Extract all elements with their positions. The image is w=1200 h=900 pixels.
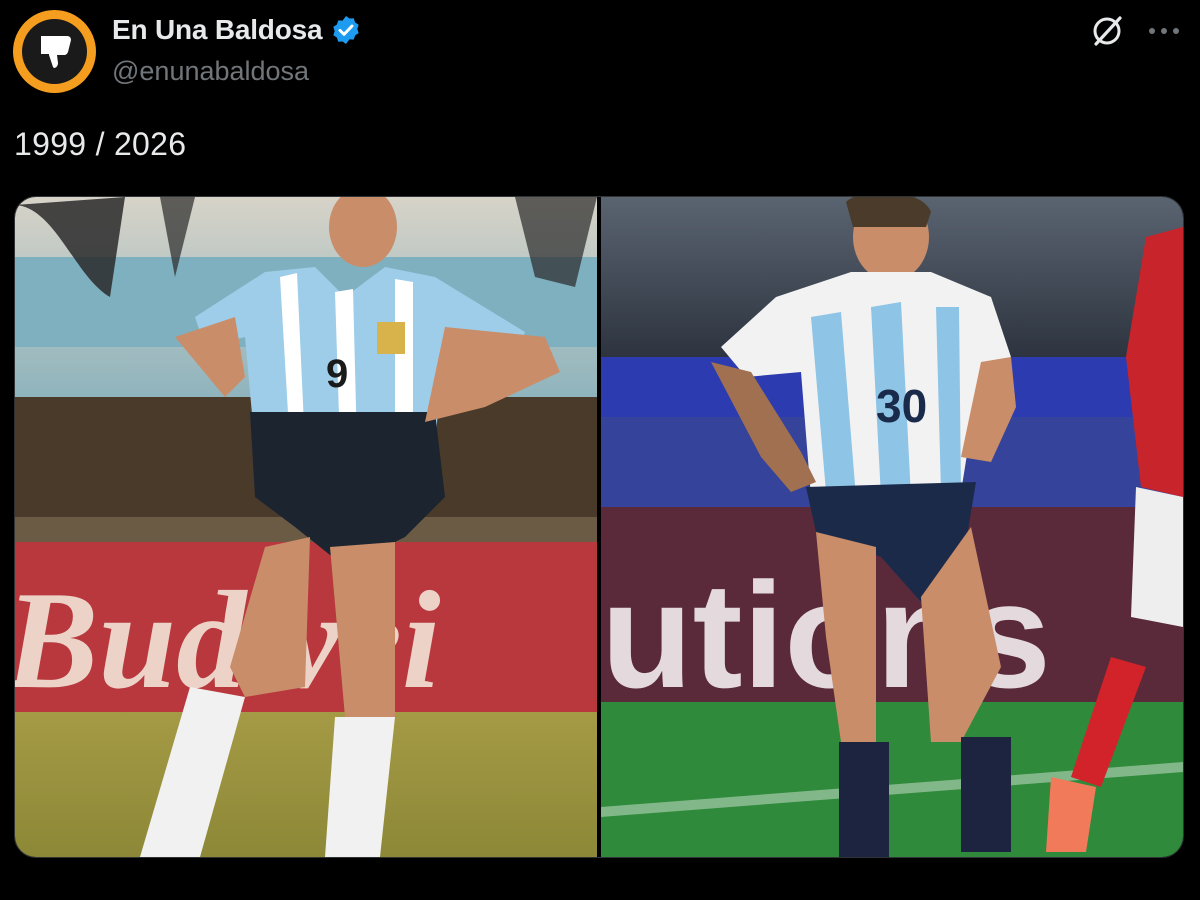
verified-badge-icon bbox=[333, 16, 360, 44]
grok-icon[interactable] bbox=[1088, 12, 1126, 50]
avatar-inner bbox=[22, 19, 87, 84]
photo-right-image: utions 30 bbox=[601, 197, 1183, 857]
more-options-icon[interactable] bbox=[1144, 18, 1184, 44]
post-text: 1999 / 2026 bbox=[14, 126, 187, 162]
avatar[interactable] bbox=[13, 10, 96, 93]
photo-left-image: Budwei 9 bbox=[15, 197, 597, 857]
author-handle[interactable]: @enunabaldosa bbox=[112, 56, 309, 87]
tweet-post: En Una Baldosa @enunabaldosa 1999 / 2026 bbox=[0, 0, 1200, 900]
thumbs-down-icon bbox=[40, 35, 71, 68]
svg-text:9: 9 bbox=[326, 352, 348, 396]
author-display-name[interactable]: En Una Baldosa bbox=[112, 14, 362, 46]
media-grid: Budwei 9 30 bbox=[14, 196, 1184, 858]
photo-right[interactable]: utions 30 bbox=[601, 197, 1183, 857]
author-name-text[interactable]: En Una Baldosa bbox=[112, 14, 323, 46]
svg-text:30: 30 bbox=[876, 380, 927, 432]
photo-left[interactable]: Budwei 9 bbox=[15, 197, 597, 857]
